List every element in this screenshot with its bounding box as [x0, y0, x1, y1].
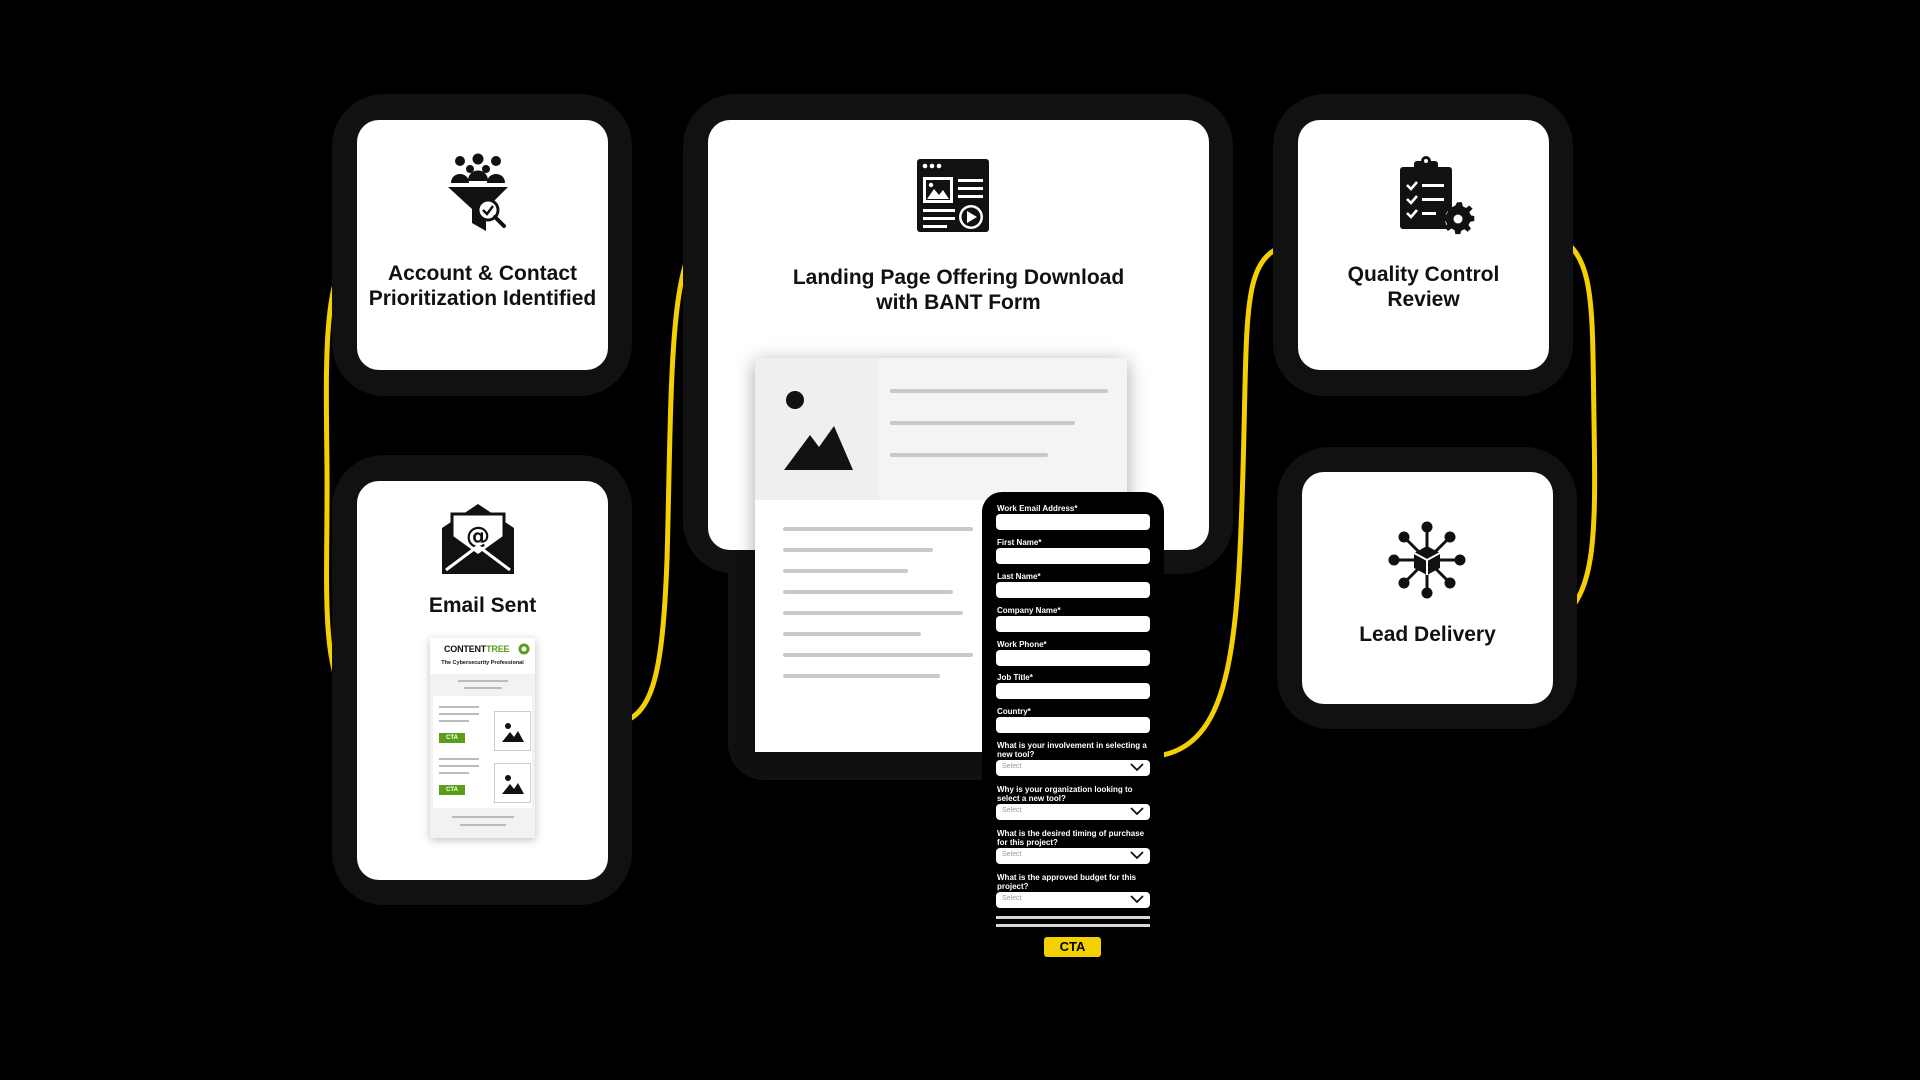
involvement-select[interactable]: Select — [996, 760, 1150, 776]
step2-title: Email Sent — [428, 594, 537, 617]
bant-form-phone: Work Email Address* First Name* Last Nam… — [982, 492, 1164, 949]
form-question-timing: What is the desired timing of purchase f… — [997, 829, 1145, 847]
newsletter-body: CTA CTA — [433, 696, 532, 808]
form-cta-button[interactable]: CTA — [1044, 937, 1101, 957]
form-label-work-email: Work Email Address* — [997, 504, 1078, 513]
newsletter-brand: CONTENTTREE — [444, 644, 510, 654]
newsletter-thumb-2 — [494, 763, 531, 803]
form-divider — [996, 916, 1150, 919]
select-placeholder: Select — [1002, 895, 1022, 902]
form-question-involvement: What is your involvement in selecting a … — [997, 741, 1147, 759]
form-question-budget: What is the approved budget for this pro… — [997, 873, 1137, 891]
image-placeholder-icon — [502, 775, 524, 794]
newsletter-logo-icon — [518, 643, 530, 655]
web-page-media-icon — [917, 159, 989, 232]
step1-card: Account & Contact Prioritization Identif… — [357, 120, 608, 370]
select-placeholder: Select — [1002, 851, 1022, 858]
form-divider — [996, 924, 1150, 927]
landing-page-hero-image — [755, 358, 880, 500]
step2-card: @ Email Sent CONTENTTREE The Cybersecuri… — [357, 481, 608, 880]
select-placeholder: Select — [1002, 763, 1022, 770]
form-label-first-name: First Name* — [997, 538, 1042, 547]
newsletter-brand-content: CONTENT — [444, 644, 487, 654]
image-placeholder-icon — [502, 723, 524, 742]
clipboard-checklist-gear-icon — [1400, 156, 1475, 235]
newsletter-cta-2[interactable]: CTA — [439, 785, 465, 795]
newsletter-cta-1[interactable]: CTA — [439, 733, 465, 743]
newsletter-brand-tree: TREE — [486, 644, 510, 654]
form-label-country: Country* — [997, 707, 1031, 716]
form-label-last-name: Last Name* — [997, 572, 1041, 581]
job-title-field[interactable] — [996, 683, 1150, 699]
chevron-down-icon — [1130, 763, 1144, 772]
step5-title: Lead Delivery — [1359, 623, 1496, 646]
first-name-field[interactable] — [996, 548, 1150, 564]
timing-select[interactable]: Select — [996, 848, 1150, 864]
network-hub-icon — [1388, 521, 1466, 599]
step5-card: Lead Delivery — [1302, 472, 1553, 704]
step3-title: Landing Page Offering Download with BANT… — [792, 266, 1125, 314]
form-label-work-phone: Work Phone* — [997, 640, 1047, 649]
form-label-job-title: Job Title* — [997, 673, 1033, 682]
newsletter-tagline: The Cybersecurity Professional — [441, 660, 524, 666]
chevron-down-icon — [1130, 895, 1144, 904]
image-placeholder-icon — [784, 391, 853, 470]
newsletter-preview: CONTENTTREE The Cybersecurity Profession… — [430, 638, 535, 838]
form-label-company-name: Company Name* — [997, 606, 1061, 615]
chevron-down-icon — [1130, 807, 1144, 816]
work-email-field[interactable] — [996, 514, 1150, 530]
country-field[interactable] — [996, 717, 1150, 733]
envelope-at-icon: @ — [442, 504, 514, 574]
step1-title: Account & Contact Prioritization Identif… — [368, 262, 597, 310]
form-question-reason: Why is your organization looking to sele… — [997, 785, 1133, 803]
step4-card: Quality Control Review — [1298, 120, 1549, 370]
reason-select[interactable]: Select — [996, 804, 1150, 820]
step4-title: Quality Control Review — [1347, 263, 1500, 311]
work-phone-field[interactable] — [996, 650, 1150, 666]
newsletter-header: CONTENTTREE The Cybersecurity Profession… — [430, 638, 535, 674]
company-name-field[interactable] — [996, 616, 1150, 632]
select-placeholder: Select — [1002, 807, 1022, 814]
last-name-field[interactable] — [996, 582, 1150, 598]
funnel-people-search-icon — [448, 153, 508, 231]
budget-select[interactable]: Select — [996, 892, 1150, 908]
newsletter-thumb-1 — [494, 711, 531, 751]
chevron-down-icon — [1130, 851, 1144, 860]
